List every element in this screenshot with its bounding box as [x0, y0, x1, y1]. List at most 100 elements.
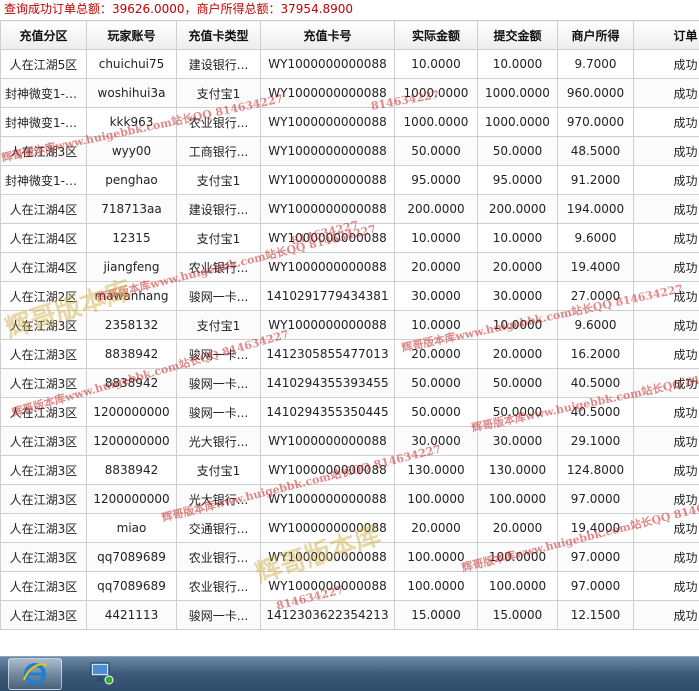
table-row: 人在江湖3区1200000000光大银行...WY100000000008830…: [1, 427, 699, 456]
cell-order-status: 成功: [634, 79, 699, 108]
col-header-order: 订单: [634, 21, 699, 50]
cell-merchant-income: 40.5000: [558, 398, 634, 427]
cell-order-status: 成功: [634, 253, 699, 282]
cell-merchant-income: 97.0000: [558, 572, 634, 601]
table-row: 人在江湖3区1200000000骏网一卡...14102943553504455…: [1, 398, 699, 427]
cell-card-type: 光大银行...: [177, 427, 261, 456]
table-row: 人在江湖5区chuichui75建设银行...WY100000000008810…: [1, 50, 699, 79]
cell-submit-amount: 10.0000: [478, 311, 558, 340]
cell-merchant-income: 970.0000: [558, 108, 634, 137]
cell-submit-amount: 20.0000: [478, 340, 558, 369]
cell-player-account: 1200000000: [87, 398, 177, 427]
cell-card-number: WY1000000000088: [261, 253, 395, 282]
cell-order-status: 成功: [634, 485, 699, 514]
cell-zone: 人在江湖3区: [1, 543, 87, 572]
cell-actual-amount: 30.0000: [395, 282, 478, 311]
cell-card-type: 交通银行...: [177, 514, 261, 543]
cell-actual-amount: 20.0000: [395, 340, 478, 369]
cell-merchant-income: 19.4000: [558, 514, 634, 543]
table-body: 人在江湖5区chuichui75建设银行...WY100000000008810…: [1, 50, 699, 630]
col-header-card-type: 充值卡类型: [177, 21, 261, 50]
cell-card-type: 骏网一卡...: [177, 398, 261, 427]
cell-actual-amount: 95.0000: [395, 166, 478, 195]
cell-order-status: 成功: [634, 224, 699, 253]
cell-order-status: 成功: [634, 137, 699, 166]
cell-actual-amount: 100.0000: [395, 543, 478, 572]
cell-submit-amount: 1000.0000: [478, 108, 558, 137]
cell-submit-amount: 100.0000: [478, 485, 558, 514]
cell-zone: 人在江湖3区: [1, 456, 87, 485]
cell-player-account: qq7089689: [87, 572, 177, 601]
cell-player-account: 2358132: [87, 311, 177, 340]
cell-merchant-income: 124.8000: [558, 456, 634, 485]
summary-totals: 查询成功订单总额：39626.0000，商户所得总额：37954.8900: [0, 0, 699, 20]
cell-actual-amount: 20.0000: [395, 253, 478, 282]
cell-order-status: 成功: [634, 572, 699, 601]
cell-player-account: miao: [87, 514, 177, 543]
cell-player-account: jiangfeng: [87, 253, 177, 282]
cell-order-status: 成功: [634, 340, 699, 369]
col-header-merchant-income: 商户所得: [558, 21, 634, 50]
cell-submit-amount: 50.0000: [478, 398, 558, 427]
cell-merchant-income: 16.2000: [558, 340, 634, 369]
cell-merchant-income: 97.0000: [558, 543, 634, 572]
cell-submit-amount: 20.0000: [478, 253, 558, 282]
taskbar-button-network[interactable]: [74, 658, 128, 690]
cell-player-account: 4421113: [87, 601, 177, 630]
table-row: 人在江湖3区8838942骏网一卡...141029435539345550.0…: [1, 369, 699, 398]
cell-card-number: WY1000000000088: [261, 427, 395, 456]
table-row: 人在江湖3区8838942骏网一卡...141230585547701320.0…: [1, 340, 699, 369]
cell-card-type: 支付宝1: [177, 456, 261, 485]
cell-card-number: WY1000000000088: [261, 224, 395, 253]
cell-player-account: qq7089689: [87, 543, 177, 572]
cell-actual-amount: 1000.0000: [395, 108, 478, 137]
windows-taskbar: [0, 656, 699, 691]
cell-actual-amount: 30.0000: [395, 427, 478, 456]
cell-zone: 封神微变1-5区: [1, 108, 87, 137]
col-header-player-account: 玩家账号: [87, 21, 177, 50]
orders-table: 充值分区 玩家账号 充值卡类型 充值卡号 实际金额 提交金额 商户所得 订单 人…: [0, 20, 699, 630]
col-header-actual-amount: 实际金额: [395, 21, 478, 50]
cell-card-number: 1410291779434381: [261, 282, 395, 311]
table-row: 人在江湖4区jiangfeng农业银行...WY100000000008820.…: [1, 253, 699, 282]
cell-actual-amount: 10.0000: [395, 50, 478, 79]
cell-actual-amount: 100.0000: [395, 485, 478, 514]
cell-zone: 封神微变1-5区: [1, 166, 87, 195]
taskbar-button-ie[interactable]: [8, 658, 62, 690]
cell-submit-amount: 100.0000: [478, 543, 558, 572]
cell-card-type: 骏网一卡...: [177, 282, 261, 311]
cell-submit-amount: 100.0000: [478, 572, 558, 601]
cell-zone: 人在江湖3区: [1, 601, 87, 630]
cell-card-number: WY1000000000088: [261, 485, 395, 514]
cell-card-type: 骏网一卡...: [177, 340, 261, 369]
cell-merchant-income: 29.1000: [558, 427, 634, 456]
cell-actual-amount: 20.0000: [395, 514, 478, 543]
internet-explorer-icon: [22, 660, 48, 689]
cell-player-account: 12315: [87, 224, 177, 253]
cell-actual-amount: 10.0000: [395, 311, 478, 340]
cell-card-number: WY1000000000088: [261, 108, 395, 137]
cell-merchant-income: 9.6000: [558, 224, 634, 253]
cell-merchant-income: 960.0000: [558, 79, 634, 108]
table-row: 人在江湖4区12315支付宝1WY100000000008810.000010.…: [1, 224, 699, 253]
cell-merchant-income: 48.5000: [558, 137, 634, 166]
cell-zone: 人在江湖3区: [1, 572, 87, 601]
cell-actual-amount: 200.0000: [395, 195, 478, 224]
col-header-submit-amount: 提交金额: [478, 21, 558, 50]
cell-player-account: 8838942: [87, 369, 177, 398]
cell-merchant-income: 194.0000: [558, 195, 634, 224]
cell-player-account: 1200000000: [87, 427, 177, 456]
col-header-zone: 充值分区: [1, 21, 87, 50]
cell-card-type: 建设银行...: [177, 50, 261, 79]
cell-actual-amount: 50.0000: [395, 137, 478, 166]
cell-order-status: 成功: [634, 369, 699, 398]
cell-card-type: 支付宝1: [177, 79, 261, 108]
cell-zone: 人在江湖4区: [1, 253, 87, 282]
cell-actual-amount: 50.0000: [395, 369, 478, 398]
cell-card-type: 光大银行...: [177, 485, 261, 514]
col-header-card-number: 充值卡号: [261, 21, 395, 50]
table-row: 人在江湖2区mawanhang骏网一卡...141029177943438130…: [1, 282, 699, 311]
table-row: 人在江湖3区8838942支付宝1WY1000000000088130.0000…: [1, 456, 699, 485]
cell-submit-amount: 130.0000: [478, 456, 558, 485]
cell-submit-amount: 1000.0000: [478, 79, 558, 108]
